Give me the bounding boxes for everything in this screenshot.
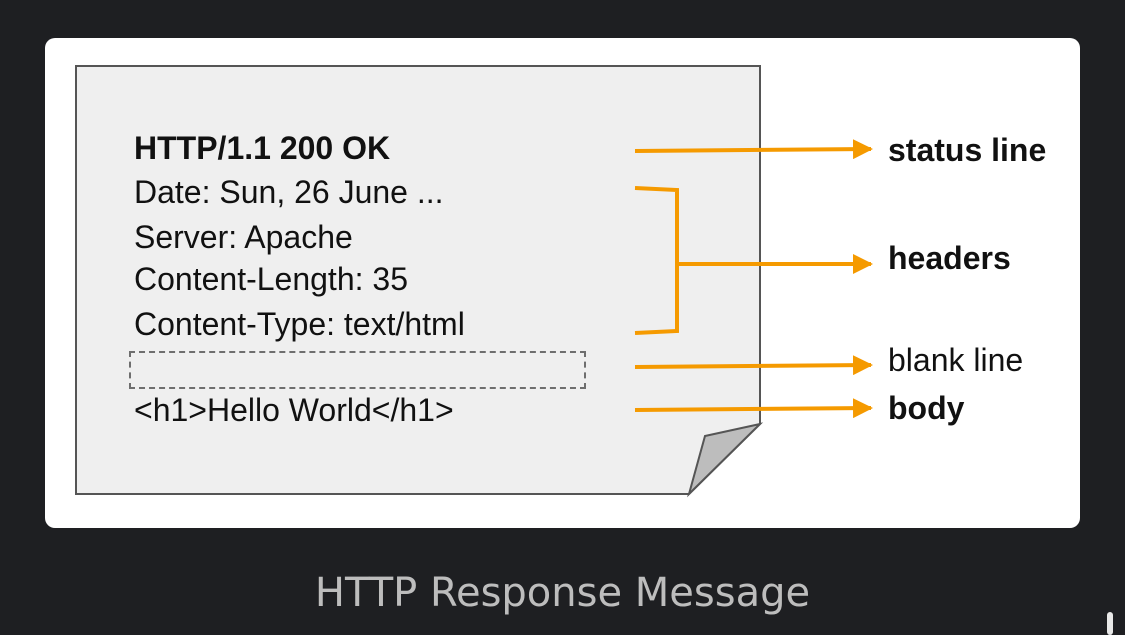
diagram-card: HTTP/1.1 200 OK Date: Sun, 26 June ... S… [45,38,1080,528]
label-body: body [888,390,965,426]
header-line-server: Server: Apache [134,219,353,255]
body-arrow [634,398,873,419]
status-line-arrow [634,139,873,160]
header-line-content-type: Content-Type: text/html [134,306,465,342]
body-text: <h1>Hello World</h1> [134,392,454,428]
label-blank-line: blank line [888,342,1024,378]
header-line-date: Date: Sun, 26 June ... [134,174,444,210]
scrollbar[interactable] [1107,612,1113,635]
label-headers: headers [888,240,1011,276]
label-status-line: status line [888,132,1047,168]
header-line-content-length: Content-Length: 35 [134,261,408,297]
status-line-text: HTTP/1.1 200 OK [134,130,391,166]
blank-line-box [129,351,586,389]
figure-caption: HTTP Response Message [314,570,811,616]
blank-line-arrow [634,355,873,376]
